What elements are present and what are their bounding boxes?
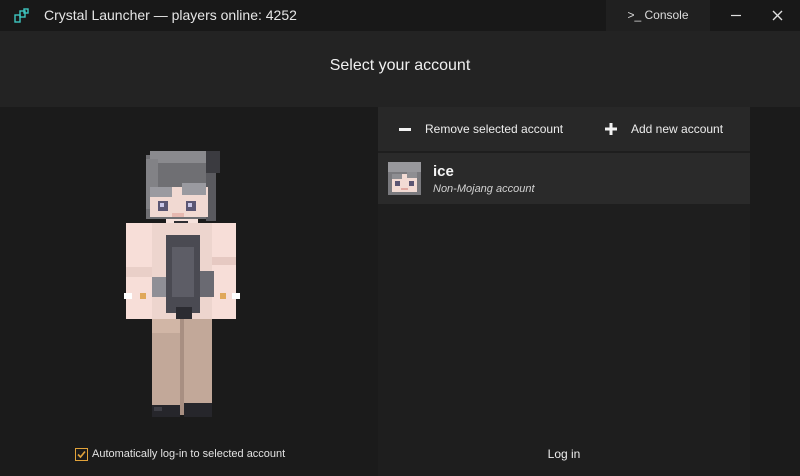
login-button[interactable]: Log in bbox=[530, 443, 598, 465]
account-actions-bar: Remove selected account Add new account bbox=[378, 107, 750, 151]
checkmark-icon bbox=[77, 450, 86, 459]
add-account-label: Add new account bbox=[631, 122, 724, 136]
account-type: Non-Mojang account bbox=[433, 183, 535, 195]
skin-preview[interactable] bbox=[120, 147, 246, 427]
minimize-button[interactable] bbox=[713, 0, 758, 31]
window-title: Crystal Launcher — players online: 4252 bbox=[44, 7, 297, 23]
console-button[interactable]: >_ Console bbox=[606, 0, 710, 31]
plus-icon bbox=[605, 123, 617, 135]
checkbox-box[interactable] bbox=[75, 448, 88, 461]
minus-icon bbox=[399, 128, 411, 131]
account-name: ice bbox=[433, 163, 454, 180]
page-title: Select your account bbox=[329, 57, 471, 74]
account-panel: Remove selected account Add new account bbox=[378, 107, 750, 476]
account-avatar bbox=[388, 162, 421, 195]
remove-account-label: Remove selected account bbox=[425, 122, 564, 136]
auto-login-label: Automatically log-in to selected account bbox=[92, 448, 286, 460]
crystal-launcher-logo-icon bbox=[14, 8, 29, 23]
account-selection-area: Remove selected account Add new account bbox=[0, 107, 800, 476]
close-button[interactable] bbox=[755, 0, 800, 31]
title-bar: Crystal Launcher — players online: 4252 … bbox=[0, 0, 800, 31]
page-header: Select your account bbox=[0, 31, 800, 107]
close-icon bbox=[772, 10, 783, 21]
minimize-icon bbox=[731, 14, 741, 17]
account-list-item[interactable]: ice Non-Mojang account bbox=[378, 153, 750, 204]
